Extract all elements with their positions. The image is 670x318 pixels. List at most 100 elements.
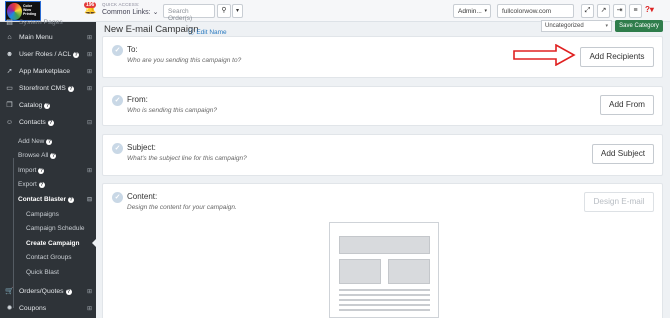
pages-icon: ▤ [6,19,13,26]
sidebar-item-storefront-cms[interactable]: ▭ Storefront CMS? ⊞ [0,81,96,98]
info-icon: ? [50,153,57,159]
sidebar-item-label: Storefront CMS? [19,85,74,92]
sidebar-subitem-add-new[interactable]: Add New? [18,135,96,149]
caret-down-icon: ▾ [235,8,239,14]
info-icon: ? [38,168,45,174]
sidebar-subitem-campaign-schedule[interactable]: Campaign Schedule [26,222,96,236]
fullscreen-button[interactable]: ⤢ [581,4,594,18]
add-from-button[interactable]: Add From [600,95,654,115]
users-icon: ☺ [5,119,14,126]
preview-image-block [388,259,430,284]
caret-down-icon: ▾ [484,8,487,14]
sidebar-subitem-campaigns[interactable]: Campaigns [26,208,96,222]
sign-out-icon: ⇥ [616,7,623,14]
section-title: Content: [127,192,158,201]
active-item-caret [92,239,96,247]
sidebar-subitem-export[interactable]: Export? [18,178,96,192]
section-to: ✓ To: Who are you sending this campaign … [102,36,663,78]
store-url-field[interactable]: fullcolorwow.com [497,4,574,18]
sidebar-item-app-marketplace[interactable]: ➚ App Marketplace ⊞ [0,64,96,81]
sidebar-item-contacts[interactable]: ☺ Contacts? ⊟ [0,115,96,132]
sidebar-item-main-menu[interactable]: ⌂ Main Menu ⊞ [0,30,96,47]
add-subject-button[interactable]: Add Subject [592,144,654,164]
sidebar-subitem-quick-blast[interactable]: Quick Blast [26,266,96,280]
sidebar-subitem-contact-blaster[interactable]: Contact Blaster? ⊟ [18,193,96,207]
expand-icon: ⊞ [86,289,92,295]
info-icon: ? [47,120,54,126]
search-options-button[interactable]: ▾ [232,4,243,18]
cubes-icon: ❒ [6,102,13,109]
collapse-icon: ⊟ [86,120,92,126]
info-icon: ? [73,52,80,58]
category-select[interactable]: Uncategorized ▾ [541,20,612,32]
sidebar-item-orders-quotes[interactable]: 🛒 Orders/Quotes? ⊞ [0,284,96,301]
add-recipients-button[interactable]: Add Recipients [580,47,654,67]
section-from: ✓ From: Who is sending this campaign? Ad… [102,86,663,126]
sidebar-item-label: Catalog? [19,102,51,109]
section-description: Who is sending this campaign? [127,107,217,114]
preview-text-line [339,304,430,306]
sidebar-item-label: Contacts? [19,119,54,126]
sidebar-subitem-contact-groups[interactable]: Contact Groups [26,251,96,265]
sidebar-subitem-browse-all[interactable]: Browse All? [18,149,96,163]
section-title: From: [127,95,148,104]
top-bar: Color Wow Printing 🔔 196 QUICK ACCESS: C… [0,0,670,22]
rocket-icon: ➚ [6,68,13,75]
info-icon: ? [68,197,75,203]
sidebar-item-label: Main Menu [19,34,53,41]
tree-line [13,158,14,308]
help-button[interactable]: ?▾ [645,5,654,14]
search-input[interactable]: Search Order(s) [163,4,215,22]
info-icon: ? [44,103,51,109]
search-button[interactable]: ⚲ [217,4,231,18]
sidebar-subitem-create-campaign[interactable]: Create Campaign [26,237,96,251]
sidebar-item-label: System Pages [19,19,63,26]
logout-button[interactable]: ⇥ [613,4,626,18]
check-circle-icon: ✓ [112,45,123,56]
sidebar-item-label: Coupons [19,305,47,312]
section-description: What's the subject line for this campaig… [127,155,247,162]
notification-count-badge: 196 [84,2,97,8]
external-link-button[interactable]: ↗ [597,4,610,18]
external-link-icon: ↗ [600,7,607,14]
expand-icon: ⊞ [86,86,92,92]
info-icon: ? [65,289,72,295]
email-template-preview[interactable] [329,222,439,318]
info-icon: ? [46,139,53,145]
info-icon: ? [38,182,45,188]
check-circle-icon: ✓ [112,192,123,203]
preview-text-line [339,299,430,301]
sidebar-item-coupons[interactable]: ✹ Coupons ⊞ [0,301,96,318]
section-description: Who are you sending this campaign to? [127,57,242,64]
section-title: To: [127,45,138,54]
expand-icon: ⊞ [86,69,92,75]
save-category-button[interactable]: Save Category [615,20,663,32]
notifications[interactable]: 🔔 196 [83,2,97,15]
admin-label: Admin... [458,8,482,15]
preview-header-block [339,236,430,254]
menu-button[interactable]: ≡ [629,4,642,18]
preview-text-line [339,289,430,291]
edit-name-link[interactable]: ⓘ Edit Name [188,26,227,36]
admin-dropdown[interactable]: Admin... ▾ [453,4,491,18]
preview-text-line [339,309,430,311]
common-links-dropdown[interactable]: Common Links: ⌄ [102,8,158,16]
annotation-arrow-icon [513,44,576,66]
preview-text-line [339,294,430,296]
question-icon: ?▾ [645,5,654,14]
section-subject: ✓ Subject: What's the subject line for t… [102,134,663,176]
quick-access: QUICK ACCESS: Common Links: ⌄ [102,2,158,16]
check-circle-icon: ✓ [112,95,123,106]
preview-image-block [339,259,381,284]
sidebar-subitem-import[interactable]: Import? ⊞ [18,164,96,178]
sidebar-item-label: User Roles / ACL? [19,51,80,58]
caret-down-icon: ▾ [605,23,608,29]
check-circle-icon: ✓ [112,143,123,154]
design-email-button[interactable]: Design E-mail [584,192,654,212]
sidebar-item-catalog[interactable]: ❒ Catalog? [0,98,96,115]
expand-icon: ⊞ [86,52,92,58]
sidebar-item-label: App Marketplace [19,68,71,75]
section-title: Subject: [127,143,156,152]
sidebar-item-user-roles[interactable]: ☻ User Roles / ACL? ⊞ [0,47,96,64]
collapse-icon: ⊟ [86,197,92,203]
